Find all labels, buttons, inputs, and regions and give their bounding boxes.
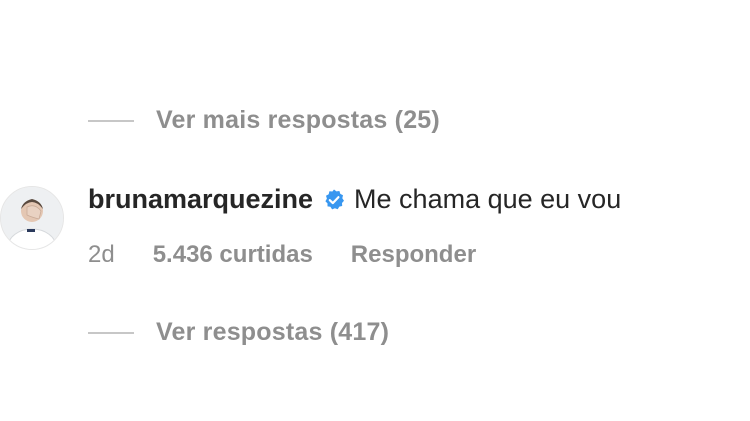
view-more-replies-label: Ver mais respostas (25) <box>156 106 440 134</box>
comments-view: Ver mais respostas (25) brunamarquezine … <box>0 0 750 421</box>
comment-username[interactable]: brunamarquezine <box>88 184 313 215</box>
comment-item: brunamarquezine Me chama que eu vou 2d 5… <box>0 180 750 280</box>
reply-button[interactable]: Responder <box>351 241 476 269</box>
comment-likes-count[interactable]: 5.436 curtidas <box>153 241 313 269</box>
comment-body: brunamarquezine Me chama que eu vou <box>88 184 621 215</box>
avatar-image-icon <box>1 187 63 249</box>
comment-text: Me chama que eu vou <box>354 184 622 214</box>
avatar[interactable] <box>0 186 64 250</box>
replies-divider-line <box>88 119 134 122</box>
comment-timestamp: 2d <box>88 241 115 268</box>
replies-divider-line <box>88 331 134 334</box>
view-replies-button[interactable]: Ver respostas (417) <box>88 318 389 347</box>
view-more-replies-button[interactable]: Ver mais respostas (25) <box>88 106 440 135</box>
view-replies-label: Ver respostas (417) <box>156 318 390 346</box>
verified-badge-icon <box>322 188 346 212</box>
comment-meta: 2d 5.436 curtidas Responder <box>88 241 476 269</box>
